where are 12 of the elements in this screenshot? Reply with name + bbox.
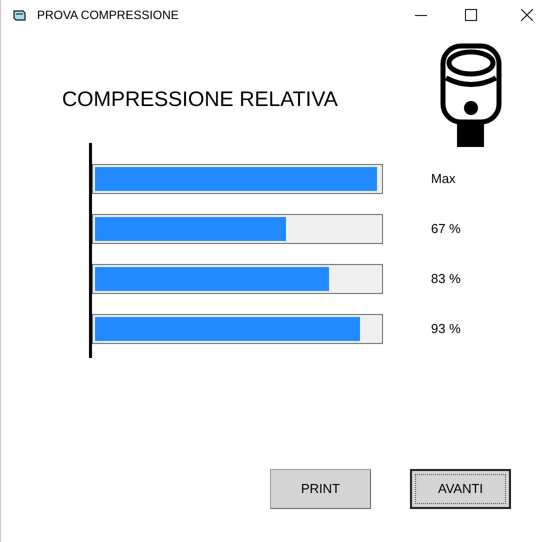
reading: Max [431, 170, 456, 188]
reading: 83 % [431, 270, 461, 288]
piston-icon [440, 43, 502, 147]
close-icon[interactable] [521, 9, 533, 21]
heading: COMPRESSIONE RELATIVA [62, 87, 338, 113]
reading: 67 % [431, 220, 461, 238]
reading: 93 % [431, 320, 461, 338]
app-icon [13, 9, 27, 21]
maximize-icon[interactable] [465, 9, 477, 21]
button[interactable]: PRINT [270, 469, 371, 509]
focused-button[interactable]: AVANTI [410, 469, 511, 509]
window-title: PROVA COMPRESSIONE [37, 7, 179, 24]
